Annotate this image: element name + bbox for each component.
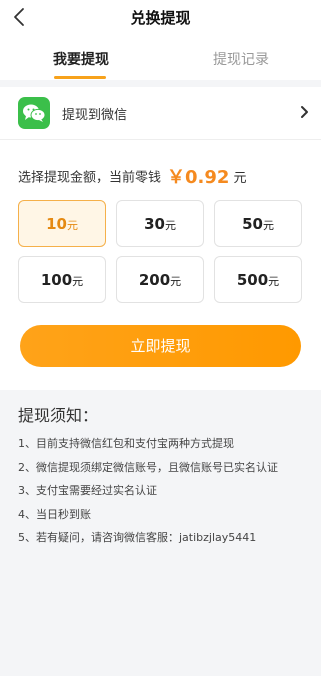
option-unit: 元	[262, 219, 274, 232]
tab-bar: 我要提现 提现记录	[0, 36, 321, 80]
notice-item: 1、目前支持微信红包和支付宝两种方式提现	[18, 437, 234, 450]
page-title: 兑换提现	[130, 9, 191, 27]
option-value: 30	[144, 215, 165, 233]
chevron-right-icon	[299, 104, 309, 120]
notice-list: 1、目前支持微信红包和支付宝两种方式提现 2、微信提现须绑定微信账号，且微信账号…	[18, 432, 278, 550]
withdraw-card: 提现到微信 选择提现金额，当前零钱 ￥0.92 元 10元 30元 50元 100元…	[0, 87, 321, 390]
notice-item: 3、支付宝需要经过实名认证	[18, 484, 157, 498]
amount-option-30[interactable]: 30元	[116, 200, 204, 247]
option-value: 100	[40, 271, 73, 289]
active-tab-indicator	[54, 76, 106, 79]
option-value: 10	[46, 215, 67, 233]
notice-item: 2、微信提现须绑定微信账号，且微信账号已实名认证	[18, 460, 278, 474]
tab-withdraw-records[interactable]: 提现记录	[208, 49, 274, 69]
amount-option-500[interactable]: 500元	[214, 256, 302, 303]
notice-item: 4、当日秒到账	[18, 507, 91, 521]
option-unit: 元	[170, 275, 182, 288]
option-unit: 元	[268, 275, 280, 288]
wechat-icon	[18, 97, 50, 129]
option-unit: 元	[72, 275, 84, 288]
option-unit: 元	[164, 219, 176, 232]
amount-prompt: 选择提现金额，当前零钱	[18, 170, 162, 186]
notice-item: 5、若有疑问，请咨询微信客服：jatibzjlay5441	[18, 531, 257, 545]
notice-title: 提现须知：	[18, 406, 99, 425]
amount-option-200[interactable]: 200元	[116, 256, 204, 303]
amount-option-10[interactable]: 10元	[18, 200, 106, 247]
option-value: 200	[138, 271, 171, 289]
payout-method-label: 提现到微信	[62, 108, 128, 123]
payout-method-row[interactable]: 提现到微信	[0, 87, 321, 140]
balance-value: ￥0.92	[167, 167, 230, 188]
option-value: 500	[236, 271, 269, 289]
withdraw-now-button[interactable]: 立即提现	[20, 325, 301, 367]
top-bar: 兑换提现	[0, 0, 321, 36]
amount-row: 选择提现金额，当前零钱 ￥0.92 元	[18, 163, 247, 188]
balance-unit: 元	[233, 170, 247, 186]
amount-option-100[interactable]: 100元	[18, 256, 106, 303]
option-value: 50	[242, 215, 263, 233]
amount-option-50[interactable]: 50元	[214, 200, 302, 247]
withdraw-notice: 提现须知： 1、目前支持微信红包和支付宝两种方式提现 2、微信提现须绑定微信账号…	[0, 390, 321, 676]
option-unit: 元	[66, 219, 78, 232]
tab-withdraw[interactable]: 我要提现	[50, 49, 112, 69]
